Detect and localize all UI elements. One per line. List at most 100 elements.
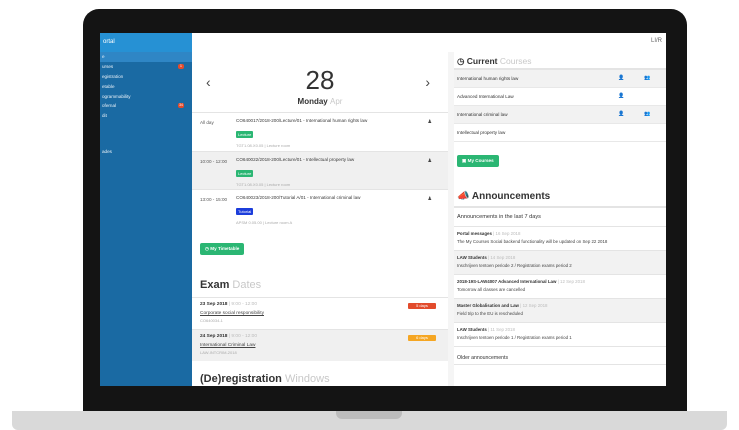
timetable-column: ‹ 28 Monday Apr › All day CO640017/2018-2… <box>192 52 448 386</box>
my-timetable-button[interactable]: ◷ My Timetable <box>200 243 245 255</box>
exam-countdown-badge: 5 days <box>408 303 436 309</box>
person-icon[interactable]: 👤 <box>618 111 624 117</box>
info-column: ◷ Current Courses International human ri… <box>454 52 666 386</box>
announcement-item[interactable]: LAW Students | 14 Sep 2018 Inschrijven te… <box>454 251 666 275</box>
exam-course-name[interactable]: International Criminal Law <box>200 343 440 348</box>
announcement-item[interactable]: Master Globalisation and Law | 12 Sep 20… <box>454 299 666 323</box>
sidebar-item-label: ofernal <box>102 103 117 109</box>
event-type-badge: Lecture <box>236 170 254 177</box>
dereg-title-light: Windows <box>284 373 330 385</box>
person-icon[interactable]: 👤 <box>618 93 624 99</box>
course-item[interactable]: International human rights law 👤 👥 <box>454 70 666 88</box>
group-icon[interactable]: 👥 <box>644 75 650 81</box>
notification-badge: 34 <box>178 103 184 109</box>
course-name[interactable]: Intellectual property law <box>457 130 505 135</box>
announcement-item[interactable]: LAW Students | 11 Sep 2018 Inschrijven te… <box>454 323 666 347</box>
screen: ortal e urses 1 egistration etable ogrammabil… <box>100 33 666 386</box>
timetable-event[interactable]: 10:00 - 12:00 CO640022/2018-200/Lecture/0… <box>192 151 448 189</box>
group-icon[interactable]: 👥 <box>644 111 650 117</box>
exam-countdown-badge: 6 days <box>408 335 436 341</box>
person-icon[interactable]: 👤 <box>618 75 624 81</box>
event-type-badge: Lecture <box>236 131 254 138</box>
sidebar-brand[interactable]: ortal <box>100 33 192 52</box>
my-timetable-label: My Timetable <box>210 246 240 251</box>
person-icon[interactable]: ♟ <box>428 158 432 164</box>
event-time: 13:00 - 15:00 <box>200 197 228 202</box>
event-location: TGT1.08.X0.05 | Lecture room <box>236 182 291 187</box>
exam-item[interactable]: 23 Sep 2018 | 9:00 - 12:00 Corporate soci… <box>192 297 448 329</box>
chevron-right-icon[interactable]: › <box>425 74 430 90</box>
announcement-date: | 14 Sep 2018 <box>488 255 516 260</box>
sidebar-item[interactable]: egistration <box>100 72 192 82</box>
sidebar-item-label: egistration <box>102 73 124 79</box>
sidebar: ortal e urses 1 egistration etable ogrammabil… <box>100 33 192 386</box>
sidebar-item[interactable]: e <box>100 52 192 62</box>
event-title[interactable]: CO640017/2018-200/Lecture/01 - Internati… <box>236 118 416 123</box>
course-item[interactable]: Intellectual property law <box>454 124 666 142</box>
announcement-text[interactable]: The My Courses Social backend functional… <box>457 239 663 244</box>
sidebar-item[interactable]: dit <box>100 111 192 121</box>
exam-code: CO640034-1 <box>200 318 223 323</box>
sidebar-item[interactable]: ogrammability <box>100 91 192 101</box>
announcement-title: LAW Students | 11 Sep 2018 <box>457 327 663 332</box>
announcement-source: 2018-19S-LAW4007 Advanced International … <box>457 279 557 284</box>
sidebar-item-label: urses <box>102 64 114 70</box>
courses-button-wrap: ▣ My Courses <box>454 142 666 174</box>
user-menu[interactable]: LI/R <box>651 38 662 44</box>
announcements-heading: 📣 Announcements <box>454 174 666 208</box>
course-name[interactable]: Advanced International Law <box>457 94 514 99</box>
sidebar-item[interactable]: etable <box>100 81 192 91</box>
exam-date-text: 23 Sep 2018 <box>200 302 228 307</box>
timetable-event[interactable]: All day CO640017/2018-200/Lecture/01 - In… <box>192 112 448 151</box>
my-courses-button[interactable]: ▣ My Courses <box>457 155 499 167</box>
course-item[interactable]: International criminal law 👤 👥 <box>454 106 666 124</box>
sidebar-item-label: e <box>102 54 105 60</box>
exam-code: LAW-INTCRIM-2018 <box>200 350 237 355</box>
sidebar-item[interactable]: urses 1 <box>100 62 192 72</box>
timetable-event[interactable]: 13:00 - 15:00 CO640023/2018-200/Tutorial … <box>192 189 448 227</box>
event-location: APSM 0.05.00 | Lecture room A <box>236 220 293 225</box>
person-icon[interactable]: ♟ <box>428 196 432 202</box>
person-icon[interactable]: ♟ <box>428 119 432 125</box>
event-list: All day CO640017/2018-200/Lecture/01 - In… <box>192 112 448 227</box>
announcement-source: LAW Students <box>457 255 487 260</box>
exam-course-name[interactable]: Corporate social responsibility <box>200 311 440 316</box>
event-title[interactable]: CO640022/2018-200/Lecture/01 - Intellect… <box>236 157 416 162</box>
announcement-text[interactable]: Inschrijven tentoen periode 1 / Registra… <box>457 335 663 340</box>
exam-time: | 9:00 - 12:00 <box>228 334 258 339</box>
event-time: 10:00 - 12:00 <box>200 159 228 164</box>
day-number: 28 <box>305 65 335 95</box>
course-item[interactable]: Advanced International Law 👤 <box>454 88 666 106</box>
announcement-text[interactable]: Inschrijven tentoen periode 2 / Registra… <box>457 263 663 268</box>
course-name[interactable]: International human rights law <box>457 76 518 81</box>
sidebar-item-label: dit <box>102 113 107 119</box>
laptop-mockup: ortal e urses 1 egistration etable ogrammabil… <box>0 0 739 430</box>
announcement-item[interactable]: Portal messages | 16 Sep 2018 The My Cour… <box>454 227 666 251</box>
sidebar-item[interactable]: ofernal 34 <box>100 101 192 111</box>
notification-badge: 1 <box>178 64 184 70</box>
announcement-title: Portal messages | 16 Sep 2018 <box>457 231 663 236</box>
announcement-item[interactable]: 2018-19S-LAW4007 Advanced International … <box>454 275 666 299</box>
announcement-title: Master Globalisation and Law | 12 Sep 20… <box>457 303 663 308</box>
my-courses-label: My Courses <box>467 158 494 163</box>
courses-title-light: Courses <box>499 56 532 66</box>
sidebar-item-grades[interactable]: ades <box>100 147 192 157</box>
exam-date: 24 Sep 2018 | 9:00 - 12:00 <box>200 334 440 339</box>
weekday: Monday <box>297 97 328 106</box>
exam-item[interactable]: 24 Sep 2018 | 9:00 - 12:00 International … <box>192 329 448 361</box>
day-navigator: ‹ 28 Monday Apr › <box>192 52 448 112</box>
announcement-text[interactable]: Field trip to the EU is rescheduled <box>457 311 663 316</box>
day-label: Monday Apr <box>192 97 448 106</box>
dereg-title-bold: (De)registration <box>200 373 282 385</box>
timetable-button-wrap: ◷ My Timetable <box>192 227 448 261</box>
exam-title-light: Dates <box>232 279 262 291</box>
event-title[interactable]: CO640023/2018-200/Tutorial A/01 - Intern… <box>236 195 416 200</box>
announcement-title: LAW Students | 14 Sep 2018 <box>457 255 663 260</box>
course-list: International human rights law 👤 👥 Advanced… <box>454 70 666 142</box>
course-name[interactable]: International criminal law <box>457 112 508 117</box>
older-announcements-link[interactable]: Older announcements <box>454 347 666 365</box>
exam-date: 23 Sep 2018 | 9:00 - 12:00 <box>200 302 440 307</box>
announcement-list: Portal messages | 16 Sep 2018 The My Cour… <box>454 227 666 347</box>
announcement-text[interactable]: Tomorrow all classes are cancelled <box>457 287 663 292</box>
